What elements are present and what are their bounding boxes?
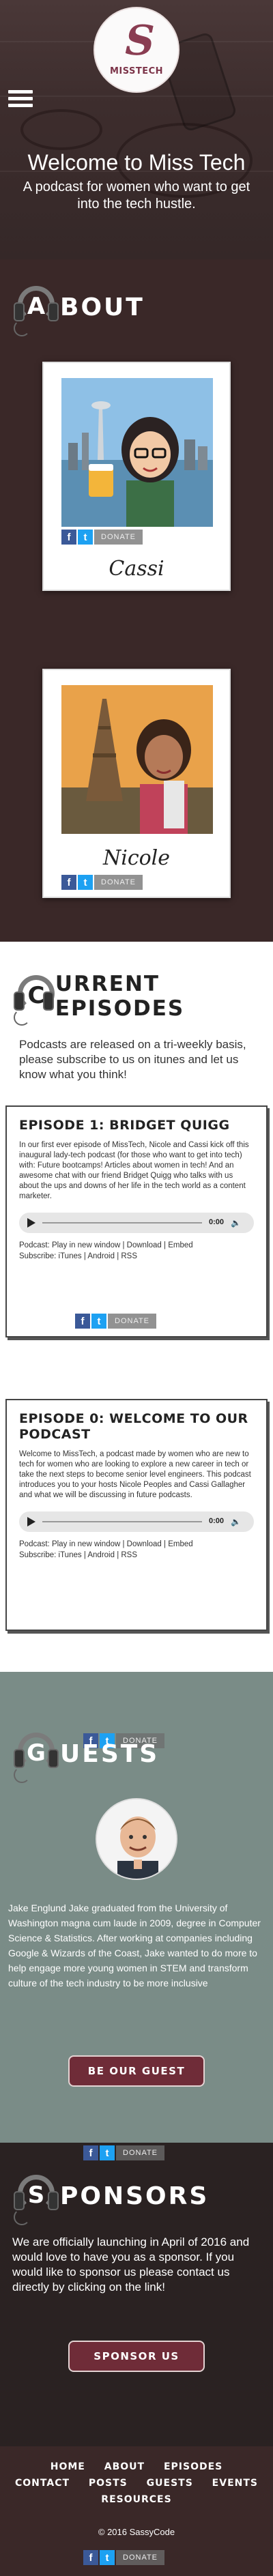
- be-our-guest-button[interactable]: BE OUR GUEST: [68, 2055, 205, 2087]
- logo-s-mark: S: [119, 17, 160, 65]
- background-cable-image: [20, 109, 102, 150]
- audio-time: 0:00: [209, 1218, 225, 1226]
- hero-subtitle: A podcast for women who want to get into…: [23, 179, 250, 212]
- episode-title: EPISODE 1: BRIDGET QUIGG: [19, 1118, 230, 1133]
- sponsors-text: We are officially launching in April of …: [12, 2235, 250, 2293]
- sponsors-heading: S PONSORS: [12, 2169, 209, 2225]
- donate-button[interactable]: DONATE: [116, 2145, 165, 2160]
- episode-description: In our first ever episode of MissTech, N…: [19, 1141, 249, 1200]
- facebook-share-icon[interactable]: f: [75, 1314, 90, 1329]
- host-card-nicole: Nicole f t DONATE: [42, 669, 231, 898]
- share-bar-footer: f t DONATE: [83, 2550, 165, 2565]
- headphones-icon: A: [12, 283, 60, 336]
- hero-section: S MISSTECH Welcome to Miss Tech A podcas…: [0, 0, 273, 259]
- episode-card-0: EPISODE 0: WELCOME TO OUR PODCAST Welcom…: [5, 1399, 268, 1631]
- footer-link-episodes[interactable]: EPISODES: [164, 2461, 222, 2472]
- footer-link-about[interactable]: ABOUT: [104, 2461, 145, 2472]
- facebook-share-icon[interactable]: f: [83, 2550, 98, 2565]
- host-avatar-cassi: [61, 378, 213, 527]
- footer-link-home[interactable]: HOME: [51, 2461, 85, 2472]
- podcast-links[interactable]: Podcast: Play in new window | Download |…: [19, 1539, 254, 1550]
- facebook-share-icon[interactable]: f: [83, 2145, 98, 2160]
- audio-progress-track[interactable]: [42, 1222, 202, 1224]
- subscribe-links[interactable]: Subscribe: iTunes | Android | RSS: [19, 1251, 254, 1262]
- footer-link-resources[interactable]: RESOURCES: [101, 2494, 171, 2505]
- footer-nav: HOME ABOUT EPISODES CONTACT POSTS GUESTS…: [7, 2459, 266, 2508]
- episode-title: EPISODE 0: WELCOME TO OUR PODCAST: [19, 1411, 248, 1442]
- episode-description: Welcome to MissTech, a podcast made by w…: [19, 1450, 251, 1499]
- twitter-share-icon[interactable]: t: [100, 2145, 115, 2160]
- host-name-cassi: Cassi: [109, 557, 164, 581]
- twitter-share-icon[interactable]: t: [91, 1314, 106, 1329]
- footer-link-events[interactable]: EVENTS: [212, 2478, 258, 2489]
- facebook-share-icon[interactable]: f: [61, 530, 76, 545]
- donate-button[interactable]: DONATE: [94, 875, 143, 890]
- audio-player: 0:00 🔈: [19, 1213, 254, 1233]
- footer-link-posts[interactable]: POSTS: [89, 2478, 128, 2489]
- about-heading: A BOUT: [12, 280, 145, 336]
- share-bar-nicole: f t DONATE: [61, 875, 143, 890]
- episodes-intro: Podcasts are released on a tri-weekly ba…: [19, 1038, 246, 1081]
- donate-button[interactable]: DONATE: [116, 2550, 165, 2565]
- donate-button[interactable]: DONATE: [108, 1314, 157, 1329]
- host-name-nicole: Nicole: [102, 846, 171, 870]
- about-section: A BOUT f t DONATE Cassi Nicole f t DONAT…: [0, 259, 273, 942]
- host-avatar-nicole: [61, 685, 213, 834]
- share-bar-episode-1: f t DONATE: [75, 1314, 157, 1329]
- episodes-heading: C URRENT EPISODES: [12, 969, 273, 1026]
- guests-section: f t DONATE G UESTS Jake Englund Jake gra…: [0, 1672, 273, 2143]
- copyright: © 2016 SassyCode: [98, 2527, 175, 2537]
- twitter-share-icon[interactable]: t: [78, 875, 93, 890]
- episodes-section: C URRENT EPISODES Podcasts are released …: [0, 942, 273, 1672]
- volume-icon[interactable]: 🔈: [231, 1218, 241, 1228]
- footer-link-contact[interactable]: CONTACT: [15, 2478, 70, 2489]
- guest-bio: Jake Englund Jake graduated from the Uni…: [8, 1902, 261, 1988]
- share-bar-sponsors: f t DONATE: [83, 2145, 165, 2160]
- share-bar-cassi: f t DONATE: [61, 530, 143, 545]
- footer-link-guests[interactable]: GUESTS: [147, 2478, 193, 2489]
- audio-time: 0:00: [209, 1517, 225, 1525]
- headphones-icon: C: [12, 972, 55, 1026]
- site-logo[interactable]: S MISSTECH: [94, 7, 179, 93]
- host-card-cassi: f t DONATE Cassi: [42, 362, 231, 591]
- play-icon[interactable]: [27, 1218, 35, 1228]
- twitter-share-icon[interactable]: t: [78, 530, 93, 545]
- subscribe-links[interactable]: Subscribe: iTunes | Android | RSS: [19, 1550, 254, 1561]
- headphones-icon: G: [12, 1730, 60, 1783]
- audio-progress-track[interactable]: [42, 1521, 202, 1522]
- hero-title: Welcome to Miss Tech: [27, 150, 246, 175]
- logo-text: MISSTECH: [109, 66, 164, 76]
- headphones-icon: S: [12, 2172, 60, 2225]
- volume-icon[interactable]: 🔈: [231, 1517, 241, 1526]
- facebook-share-icon[interactable]: f: [61, 875, 76, 890]
- footer: HOME ABOUT EPISODES CONTACT POSTS GUESTS…: [0, 2446, 273, 2576]
- guests-heading: G UESTS: [12, 1726, 159, 1783]
- hamburger-menu-icon[interactable]: [8, 90, 33, 108]
- twitter-share-icon[interactable]: t: [100, 2550, 115, 2565]
- sponsors-section: f t DONATE S PONSORS We are officially l…: [0, 2143, 273, 2446]
- episode-card-1: EPISODE 1: BRIDGET QUIGG In our first ev…: [5, 1105, 268, 1337]
- podcast-links[interactable]: Podcast: Play in new window | Download |…: [19, 1240, 254, 1251]
- audio-player: 0:00 🔈: [19, 1511, 254, 1532]
- guest-avatar: [96, 1798, 177, 1880]
- sponsor-us-button[interactable]: SPONSOR US: [68, 2341, 205, 2372]
- play-icon[interactable]: [27, 1517, 35, 1526]
- donate-button[interactable]: DONATE: [94, 530, 143, 545]
